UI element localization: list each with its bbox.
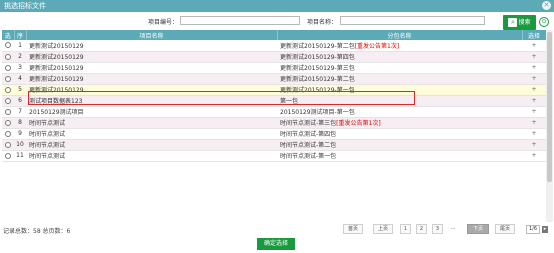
table-row[interactable]: 4 更新测试20150129 更新测试20150129-第二包 + (2, 73, 546, 85)
row-radio[interactable] (5, 75, 11, 82)
add-icon[interactable]: + (522, 51, 546, 63)
table-row[interactable]: 2 更新测试20150129 更新测试20150129-第四包 + (2, 51, 546, 63)
project-name-label: 项目名称： (307, 19, 338, 26)
row-radio[interactable] (5, 64, 11, 71)
page-ellipsis: ... (450, 225, 456, 231)
confirm-select-button[interactable]: 确定选择 (257, 238, 295, 250)
add-icon[interactable]: + (522, 40, 546, 52)
column-header-package-name: 分包名称 (277, 30, 523, 40)
row-radio[interactable] (5, 53, 11, 60)
scrollbar-thumb[interactable] (547, 32, 552, 182)
search-bar: 项目编号： 项目名称： ⌕ 搜索 ⊙ (0, 12, 554, 30)
row-note: [重发公告第1次] (336, 120, 381, 127)
row-index: 9 (14, 128, 26, 140)
table-row[interactable]: 11 时间节点测试 时间节点测试-第一包 + (2, 150, 546, 162)
row-project-name: 时间节点测试 (26, 128, 277, 140)
row-project-name: 时间节点测试 (26, 139, 277, 151)
table-row[interactable]: 8 时间节点测试 时间节点测试-第三包[重发公告第1次] + (2, 117, 546, 129)
row-project-name: 更新测试20150129 (26, 73, 277, 85)
row-project-name: 更新测试20150129 (26, 40, 277, 52)
refresh-icon[interactable]: ⊙ (539, 17, 549, 27)
add-icon[interactable]: + (522, 95, 546, 107)
row-index: 5 (14, 84, 26, 96)
row-radio[interactable] (5, 86, 11, 93)
row-index: 6 (14, 95, 26, 107)
table-header-row: 选 序 项目名称 分包名称 选择 (2, 30, 547, 40)
table-row[interactable]: 9 时间节点测试 时间节点测试-第四包 + (2, 128, 546, 140)
row-note: [重发公告第1次] (354, 42, 400, 50)
add-icon[interactable]: + (522, 73, 546, 85)
project-name-input[interactable] (340, 16, 485, 25)
add-icon[interactable]: + (522, 106, 546, 118)
row-radio[interactable] (5, 42, 11, 49)
row-package-name: 更新测试20150129-第二包 (280, 76, 355, 83)
row-index: 10 (14, 139, 26, 151)
row-radio[interactable] (5, 130, 11, 137)
row-project-name: 时间节点测试 (26, 117, 277, 129)
row-package-name: 时间节点测试-第四包 (280, 131, 337, 138)
row-project-name: 时间节点测试 (26, 150, 277, 162)
row-radio[interactable] (5, 97, 11, 104)
row-index: 7 (14, 106, 26, 118)
table-row[interactable]: 1 更新测试20150129 更新测试20150129-第二包[重发公告第1次]… (2, 40, 546, 52)
row-project-name: 20150129测试项目 (26, 106, 277, 118)
row-index: 8 (14, 117, 26, 129)
page-1-button[interactable]: 1 (400, 224, 411, 234)
column-header-index: 序 (14, 30, 27, 40)
row-radio[interactable] (5, 108, 11, 115)
add-icon[interactable]: + (522, 150, 546, 162)
row-project-name: 更新测试20150129 (26, 51, 277, 63)
last-page-button[interactable]: 尾页 (495, 224, 515, 234)
row-package-name: 20150129测试项目-第一包 (280, 109, 355, 116)
row-index: 2 (14, 51, 26, 63)
selected-row-highlight (28, 91, 415, 105)
add-icon[interactable]: + (522, 128, 546, 140)
search-icon: ⌕ (508, 18, 518, 27)
add-icon[interactable]: + (522, 139, 546, 151)
page-3-button[interactable]: 3 (432, 224, 443, 234)
next-page-button[interactable]: 下页 (467, 224, 489, 234)
search-button[interactable]: ⌕ 搜索 (503, 15, 536, 30)
go-page-icon[interactable]: ▸ (542, 226, 548, 233)
dialog-title-bar: 挑选招标文件 ✕ (0, 0, 554, 12)
column-header-project-name: 项目名称 (26, 30, 278, 40)
table-row[interactable]: 7 20150129测试项目 20150129测试项目-第一包 + (2, 106, 546, 118)
row-index: 11 (14, 150, 26, 162)
dialog-title: 挑选招标文件 (4, 2, 46, 10)
row-package-name: 更新测试20150129-第二包 (280, 42, 355, 50)
project-no-input[interactable] (180, 16, 300, 25)
add-icon[interactable]: + (522, 62, 546, 74)
row-index: 1 (14, 40, 26, 52)
add-icon[interactable]: + (522, 117, 546, 129)
row-radio[interactable] (5, 119, 11, 126)
row-project-name: 更新测试20150129 (26, 62, 277, 74)
row-package-name: 时间节点测试-第一包 (280, 153, 337, 160)
row-index: 3 (14, 62, 26, 74)
project-no-label: 项目编号： (148, 19, 179, 26)
column-header-select: 选 (2, 30, 15, 40)
prev-page-button[interactable]: 上页 (373, 224, 393, 234)
first-page-button[interactable]: 首页 (343, 224, 363, 234)
add-icon[interactable]: + (522, 84, 546, 96)
record-stats: 记录总数：58 总页数：6 (3, 228, 71, 235)
column-header-choose: 选择 (522, 30, 547, 40)
row-radio[interactable] (5, 141, 11, 148)
page-number-input[interactable]: 1/6 (526, 225, 540, 234)
row-radio[interactable] (5, 152, 11, 159)
row-package-name: 更新测试20150129-第四包 (280, 54, 355, 61)
search-button-label: 搜索 (518, 19, 531, 26)
row-index: 4 (14, 73, 26, 85)
row-package-name: 时间节点测试-第二包 (280, 142, 337, 149)
table-row[interactable]: 3 更新测试20150129 更新测试20150129-第三包 + (2, 62, 546, 74)
footer: 记录总数：58 总页数：6 首页 上页 1 2 3 ... 下页 尾页 1/6 … (0, 222, 554, 253)
page-2-button[interactable]: 2 (416, 224, 427, 234)
close-icon[interactable]: ✕ (542, 1, 551, 10)
table-row[interactable]: 10 时间节点测试 时间节点测试-第二包 + (2, 139, 546, 151)
row-package-name: 时间节点测试-第三包 (280, 120, 337, 127)
row-package-name: 更新测试20150129-第三包 (280, 65, 355, 72)
